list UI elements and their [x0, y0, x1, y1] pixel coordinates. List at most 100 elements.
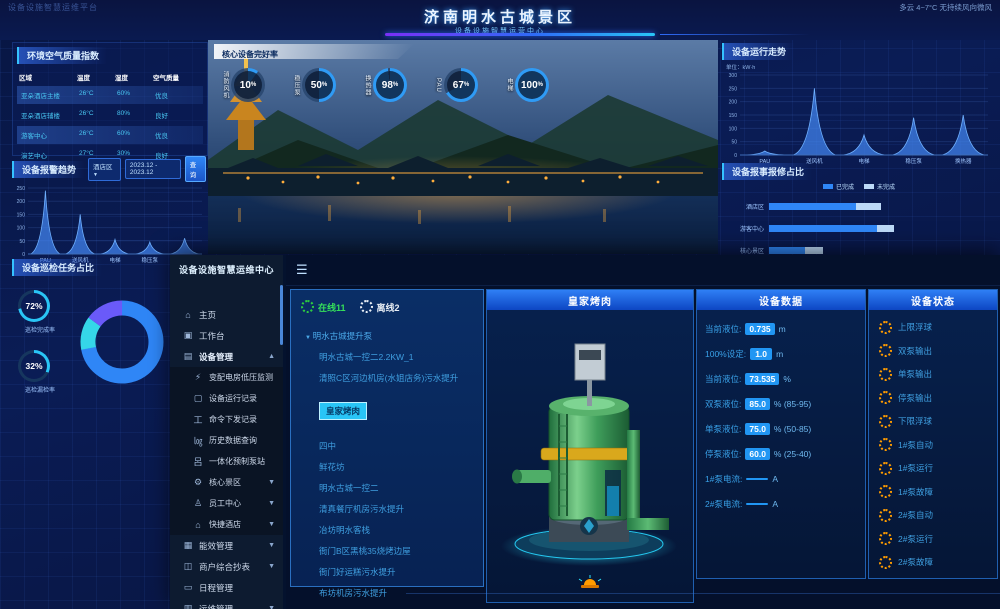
tree-node[interactable]: 明水古城一控二 — [319, 482, 479, 494]
chevron-down-icon: ▼ — [268, 521, 275, 528]
status-gear-icon — [879, 321, 892, 334]
data-value-box[interactable]: 0.735 — [745, 323, 774, 335]
sidebar-item-label: 能效管理 — [199, 540, 233, 552]
sidebar-scrollbar[interactable] — [280, 285, 283, 345]
svg-text:150: 150 — [729, 113, 738, 119]
data-value-box[interactable]: 1.0 — [750, 348, 772, 360]
home-icon: ⌂ — [182, 310, 194, 320]
chevron-down-icon: ▼ — [268, 542, 275, 549]
stat-value: 32% — [18, 350, 50, 382]
tree-node[interactable]: 明水古城一控二2.2KW_1 — [319, 351, 479, 363]
tree-node[interactable]: 衙门B区黑桃35烧烤边屋 — [319, 545, 479, 557]
gauge-ring: 10% — [231, 68, 265, 102]
data-label: 当前液位: — [705, 373, 741, 385]
repair-bar-undone — [805, 247, 822, 254]
device-status-row: 2#泵运行 — [879, 532, 987, 545]
data-value-box[interactable] — [746, 503, 768, 505]
status-panel-title: 设备状态 — [869, 290, 997, 310]
sidebar-item-设备管理[interactable]: ▤设备管理▲ — [170, 346, 283, 367]
env-table-row: 亚朵酒店主楼26°C60%优良 — [17, 86, 203, 104]
inspection-donut-chart — [74, 294, 170, 390]
sidebar-item-运维管理[interactable]: ▥运维管理▼ — [170, 598, 283, 609]
sidebar-item-label: 命令下发记录 — [209, 414, 257, 425]
device-status-row: 单泵输出 — [879, 368, 987, 381]
tree-node[interactable]: 衙门好运糕污水提升 — [319, 566, 479, 578]
legend-item: 已完成 — [823, 182, 854, 191]
status-label: 下限浮球 — [898, 415, 932, 427]
data-unit: m — [779, 324, 786, 334]
status-label: 1#泵故障 — [898, 486, 933, 498]
app-sidebar: 设备设施智慧运维中心 ⌂主页▣工作台▤设备管理▲⚡变配电房低压监测▢设备运行记录… — [170, 255, 283, 609]
alarm-date-range[interactable]: 2023.12 - 2023.12 — [125, 159, 181, 179]
tree-parent-node[interactable]: ▼ 明水古城提升泵 — [305, 330, 479, 342]
tree-node[interactable]: 皇家烤肉 — [319, 402, 367, 420]
repair-bar-label: 酒店区 — [722, 202, 769, 211]
svg-text:50: 50 — [731, 140, 737, 146]
sidebar-item-历史数据查询[interactable]: ㏒历史数据查询 — [170, 430, 283, 451]
status-label: 1#泵自动 — [898, 439, 933, 451]
sidebar-item-核心景区[interactable]: ⚙核心景区▼ — [170, 472, 283, 493]
repair-ratio-panel: 设备报事报修占比 已完成未完成 酒店区游客中心核心景区商业街区 — [722, 162, 996, 254]
chevron-down-icon: ▼ — [268, 605, 275, 609]
sidebar-item-主页[interactable]: ⌂主页 — [170, 304, 283, 325]
power-icon: ⚡ — [192, 372, 204, 383]
tree-node[interactable]: 四中 — [319, 440, 479, 452]
command-icon: 工 — [192, 413, 204, 426]
sidebar-item-工作台[interactable]: ▣工作台 — [170, 325, 283, 346]
sidebar-item-员工中心[interactable]: ♙员工中心▼ — [170, 493, 283, 514]
gauge-ring: 50% — [302, 68, 336, 102]
sidebar-item-label: 快捷酒店 — [209, 519, 241, 530]
data-value-box[interactable]: 60.0 — [745, 448, 770, 460]
core-gauge: 消防风机10% — [222, 68, 265, 102]
alarm-region-select[interactable]: 酒店区 ▼ — [88, 158, 121, 181]
gauge-label: PAU — [435, 78, 441, 93]
device-data-row: 1#泵电流:A — [705, 473, 857, 485]
svg-text:250: 250 — [17, 186, 26, 192]
tree-node[interactable]: 清照C区河边机房(水姐店务)污水提升 — [319, 372, 479, 384]
inspection-stat: 72%巡检完成率 — [18, 290, 62, 334]
gauge-label: 消防风机 — [222, 71, 228, 99]
online-spinner-icon — [301, 300, 314, 313]
sidebar-title: 设备设施智慧运维中心 — [170, 255, 283, 276]
meter-icon: ◫ — [182, 561, 194, 572]
sidebar-item-日程管理[interactable]: ▭日程管理 — [170, 577, 283, 598]
svg-text:100: 100 — [729, 126, 738, 132]
sidebar-item-能效管理[interactable]: ▦能效管理▼ — [170, 535, 283, 556]
status-gear-icon — [879, 368, 892, 381]
status-gear-icon — [879, 485, 892, 498]
gauge-label: 换热器 — [364, 75, 370, 96]
stat-label: 巡检完成率 — [18, 325, 62, 334]
tree-node[interactable]: 清真餐厅机房污水提升 — [319, 503, 479, 515]
status-label: 上限浮球 — [898, 321, 932, 333]
alarm-trend-panel: 设备报警趋势 酒店区 ▼ 2023.12 - 2023.12 查询 050100… — [12, 156, 206, 255]
gauge-ring: 98% — [373, 68, 407, 102]
sidebar-item-一体化预制泵站[interactable]: 呂一体化预制泵站 — [170, 451, 283, 472]
data-value-box[interactable]: 85.0 — [745, 398, 770, 410]
data-value-box[interactable]: 73.535 — [745, 373, 779, 385]
sidebar-item-快捷酒店[interactable]: ⌂快捷酒店▼ — [170, 514, 283, 535]
data-value-box[interactable] — [746, 478, 768, 480]
tree-node[interactable]: 冶坊明水客栈 — [319, 524, 479, 536]
run-unit-note: 单位：kW·h — [726, 63, 996, 71]
data-value-box[interactable]: 75.0 — [745, 423, 770, 435]
sidebar-menu: ⌂主页▣工作台▤设备管理▲⚡变配电房低压监测▢设备运行记录工命令下发记录㏒历史数… — [170, 304, 283, 609]
tree-node[interactable]: 鲜花坊 — [319, 461, 479, 473]
sidebar-item-label: 核心景区 — [209, 477, 241, 488]
device-data-row: 单泵液位:75.0% (50-85) — [705, 423, 857, 435]
run-trend-panel: 设备运行走势 单位：kW·h 050100150200250300PAU送风机电… — [722, 42, 996, 160]
collapse-menu-icon[interactable]: ☰ — [296, 262, 308, 278]
repair-bar-row: 酒店区 — [722, 199, 996, 213]
alarm-query-button[interactable]: 查询 — [185, 156, 206, 182]
pump-panel-title: 皇家烤肉 — [487, 290, 693, 310]
device-status-row: 上限浮球 — [879, 321, 987, 334]
sidebar-item-变配电房低压监测[interactable]: ⚡变配电房低压监测 — [170, 367, 283, 388]
sidebar-item-设备运行记录[interactable]: ▢设备运行记录 — [170, 388, 283, 409]
status-label: 2#泵自动 — [898, 509, 933, 521]
sidebar-item-商户综合抄表[interactable]: ◫商户综合抄表▼ — [170, 556, 283, 577]
sidebar-item-label: 一体化预制泵站 — [209, 456, 265, 467]
inspection-stats: 72%巡检完成率32%巡检漏检率 — [18, 290, 62, 394]
repair-bar-undone — [856, 203, 881, 210]
device-status-row: 下限浮球 — [879, 415, 987, 428]
data-unit: % (85-95) — [774, 399, 811, 409]
sidebar-item-命令下发记录[interactable]: 工命令下发记录 — [170, 409, 283, 430]
